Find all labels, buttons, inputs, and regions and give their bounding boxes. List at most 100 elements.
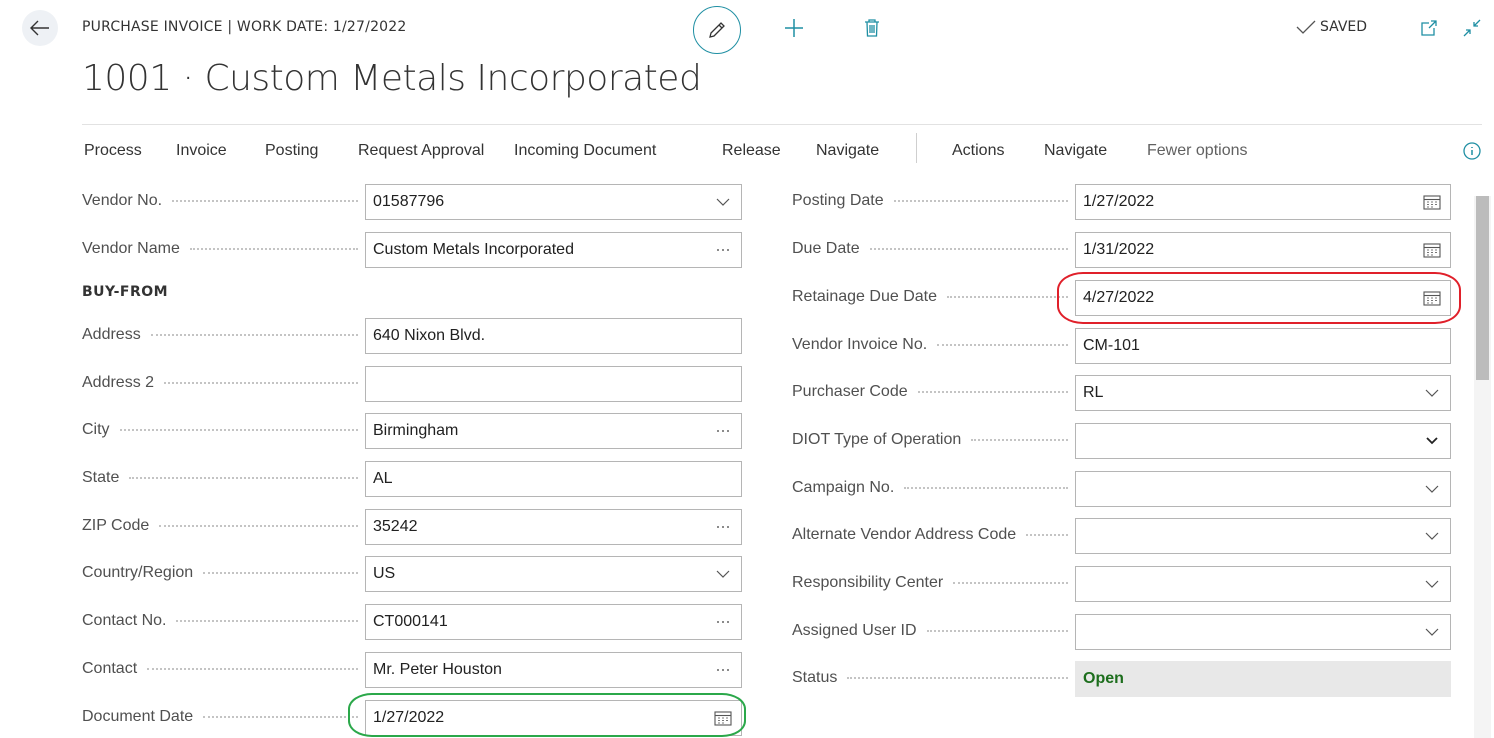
label-text-assigned-user-id: Assigned User ID [792, 622, 917, 639]
label-leader-dots [904, 487, 1068, 489]
field-address[interactable]: 640 Nixon Blvd. [365, 318, 742, 354]
action-invoice[interactable]: Invoice [176, 142, 227, 160]
info-icon[interactable] [1462, 141, 1482, 161]
label-text-vendor-invoice-no: Vendor Invoice No. [792, 336, 928, 353]
ellipsis-icon[interactable] [705, 233, 741, 267]
trash-icon [865, 19, 879, 37]
field-responsibility-center[interactable] [1075, 566, 1451, 602]
label-leader-dots [893, 200, 1068, 202]
delete-button[interactable] [860, 14, 884, 42]
popout-button[interactable] [1419, 18, 1439, 38]
field-value-posting-date: 1/27/2022 [1083, 193, 1155, 210]
label-leader-dots [129, 477, 358, 479]
field-vendor-no[interactable]: 01587796 [365, 184, 742, 220]
chevron-down-icon[interactable] [1414, 615, 1450, 649]
label-leader-dots [847, 677, 1068, 679]
field-posting-date[interactable]: 1/27/2022 [1075, 184, 1451, 220]
field-alternate-vendor-address-code[interactable] [1075, 518, 1451, 554]
field-due-date[interactable]: 1/31/2022 [1075, 232, 1451, 268]
label-leader-dots [119, 429, 358, 431]
action-fewer-options[interactable]: Fewer options [1147, 142, 1248, 160]
label-leader-dots [203, 572, 358, 574]
label-leader-dots [1026, 534, 1068, 536]
label-leader-dots [917, 391, 1068, 393]
label-text-diot-type-of-operation: DIOT Type of Operation [792, 431, 962, 448]
label-text-address: Address [82, 326, 141, 343]
highlight-document-date [348, 693, 746, 737]
field-vendor-invoice-no[interactable]: CM-101 [1075, 328, 1451, 364]
field-value-state: AL [373, 470, 393, 487]
label-country-region: Country/Region [82, 564, 358, 582]
chevron-down-icon[interactable] [1414, 472, 1450, 506]
action-separator [916, 133, 917, 163]
action-actions[interactable]: Actions [952, 142, 1004, 160]
edit-button[interactable] [693, 6, 741, 54]
back-arrow-icon [30, 20, 49, 36]
chevron-down-icon[interactable] [1414, 519, 1450, 553]
calendar-icon[interactable] [1414, 185, 1450, 219]
label-text-zip-code: ZIP Code [82, 517, 150, 534]
label-leader-dots [946, 296, 1068, 298]
label-leader-dots [971, 439, 1068, 441]
field-contact-no[interactable]: CT000141 [365, 604, 742, 640]
label-text-vendor-no: Vendor No. [82, 192, 163, 209]
field-address-2[interactable] [365, 366, 742, 402]
field-diot-type-of-operation[interactable] [1075, 423, 1451, 459]
action-incoming-document[interactable]: Incoming Document [514, 142, 656, 160]
label-city: City [82, 421, 358, 439]
field-value-status: Open [1083, 670, 1124, 687]
label-text-country-region: Country/Region [82, 564, 194, 581]
label-text-state: State [82, 469, 120, 486]
ellipsis-icon[interactable] [705, 605, 741, 639]
label-purchaser-code: Purchaser Code [792, 383, 1068, 401]
label-leader-dots [176, 620, 358, 622]
ellipsis-icon[interactable] [705, 414, 741, 448]
action-navigate[interactable]: Navigate [816, 142, 879, 160]
action-navigate-2[interactable]: Navigate [1044, 142, 1107, 160]
breadcrumb: PURCHASE INVOICE | WORK DATE: 1/27/2022 [82, 19, 407, 35]
scrollbar-thumb[interactable] [1476, 196, 1489, 380]
chevron-down-icon[interactable] [1414, 567, 1450, 601]
label-due-date: Due Date [792, 240, 1068, 258]
chevron-down-icon[interactable] [705, 557, 741, 591]
highlight-retainage-due-date [1057, 272, 1461, 324]
action-process[interactable]: Process [84, 142, 142, 160]
field-zip-code[interactable]: 35242 [365, 509, 742, 545]
action-bar: Process Invoice Posting Request Approval… [82, 124, 1482, 174]
field-assigned-user-id[interactable] [1075, 614, 1451, 650]
label-text-retainage-due-date: Retainage Due Date [792, 288, 937, 305]
field-country-region[interactable]: US [365, 556, 742, 592]
label-leader-dots [937, 344, 1068, 346]
action-request-approval[interactable]: Request Approval [358, 142, 484, 160]
label-leader-dots [164, 382, 358, 384]
field-value-vendor-name: Custom Metals Incorporated [373, 241, 574, 258]
field-value-address: 640 Nixon Blvd. [373, 327, 486, 344]
field-campaign-no[interactable] [1075, 471, 1451, 507]
label-leader-dots [159, 525, 358, 527]
field-state[interactable]: AL [365, 461, 742, 497]
ellipsis-icon[interactable] [705, 653, 741, 687]
field-value-contact: Mr. Peter Houston [373, 661, 502, 678]
field-vendor-name[interactable]: Custom Metals Incorporated [365, 232, 742, 268]
collapse-button[interactable] [1460, 16, 1484, 40]
label-text-contact: Contact [82, 660, 138, 677]
calendar-icon[interactable] [1414, 233, 1450, 267]
label-leader-dots [926, 630, 1068, 632]
plus-icon [785, 19, 803, 37]
chevron-down-icon[interactable] [705, 185, 741, 219]
field-purchaser-code[interactable]: RL [1075, 375, 1451, 411]
action-posting[interactable]: Posting [265, 142, 318, 160]
add-button[interactable] [780, 14, 808, 42]
ellipsis-icon[interactable] [705, 510, 741, 544]
label-contact: Contact [82, 660, 358, 678]
back-button[interactable] [22, 10, 58, 46]
field-city[interactable]: Birmingham [365, 413, 742, 449]
action-release[interactable]: Release [722, 142, 781, 160]
select-arrow-icon[interactable] [1414, 424, 1450, 458]
check-icon [1296, 20, 1316, 34]
label-contact-no: Contact No. [82, 612, 358, 630]
label-text-posting-date: Posting Date [792, 192, 884, 209]
label-text-purchaser-code: Purchaser Code [792, 383, 908, 400]
chevron-down-icon[interactable] [1414, 376, 1450, 410]
field-contact[interactable]: Mr. Peter Houston [365, 652, 742, 688]
